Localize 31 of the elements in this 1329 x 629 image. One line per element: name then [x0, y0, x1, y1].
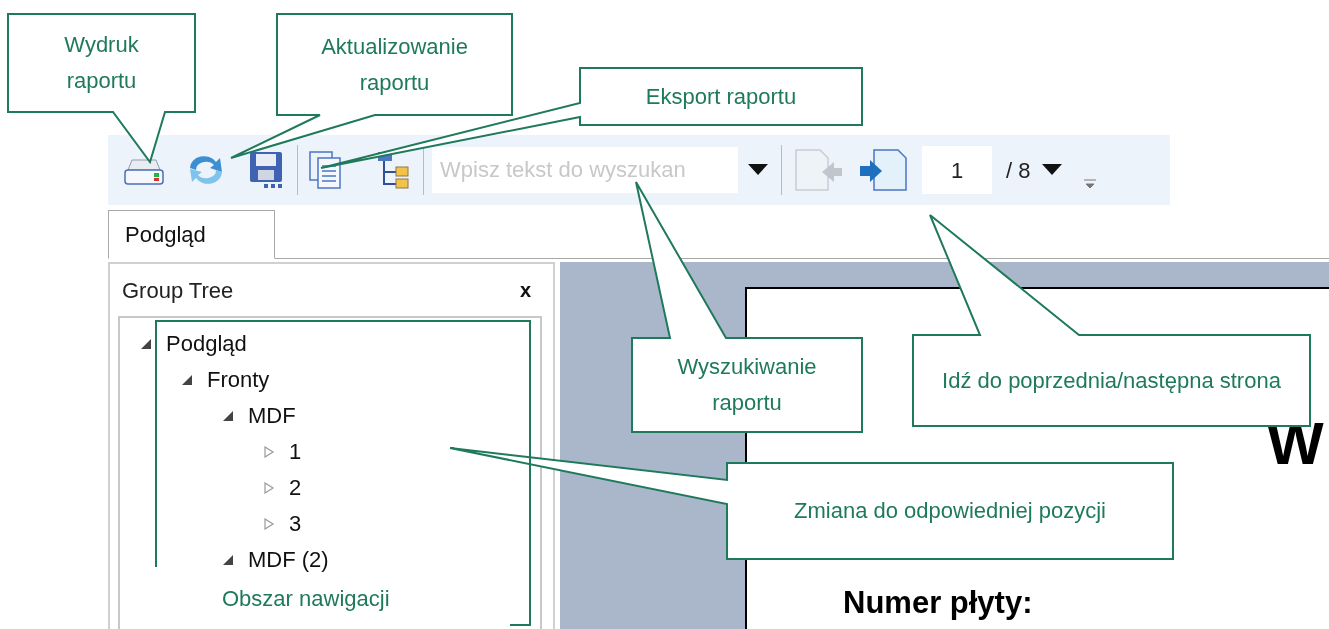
- callout-text: Idź do poprzednia/następna strona: [942, 366, 1281, 395]
- page-total: / 8: [1006, 156, 1031, 185]
- expanded-arrow-icon[interactable]: [140, 338, 152, 350]
- collapsed-arrow-icon[interactable]: [263, 482, 275, 494]
- close-button[interactable]: x: [519, 275, 531, 305]
- tree-item[interactable]: Podgląd: [166, 333, 247, 355]
- callout-text: Aktualizowanie raportu: [320, 32, 469, 97]
- report-field-label: Numer płyty:: [843, 587, 1033, 618]
- tree-item[interactable]: 2: [289, 477, 302, 499]
- overflow-icon[interactable]: [1084, 179, 1097, 189]
- expanded-arrow-icon[interactable]: [222, 554, 234, 566]
- dropdown-caret-icon[interactable]: [748, 164, 768, 176]
- expanded-arrow-icon[interactable]: [222, 410, 234, 422]
- callout-text: Wyszukiwanie raportu: [676, 353, 818, 417]
- tree-item[interactable]: 1: [289, 441, 302, 463]
- tree-item[interactable]: MDF: [248, 405, 296, 427]
- tree-item[interactable]: MDF (2): [248, 549, 329, 571]
- tree-item[interactable]: 3: [289, 513, 302, 535]
- tree-item[interactable]: Fronty: [207, 369, 270, 391]
- expanded-arrow-icon[interactable]: [181, 374, 193, 386]
- callout-text: Zmiana do odpowiedniej pozycji: [794, 497, 1106, 525]
- panel-title: Group Tree: [122, 276, 234, 305]
- dropdown-caret-icon[interactable]: [1042, 164, 1063, 176]
- callout-text: Wydruk raportu: [63, 31, 140, 95]
- callout-text: Eksport raportu: [645, 82, 797, 111]
- page-number-field[interactable]: 1: [922, 146, 992, 194]
- callout-text: Obszar nawigacji: [222, 586, 390, 611]
- next-page-icon[interactable]: [858, 148, 910, 192]
- tab[interactable]: Podgląd: [108, 210, 275, 259]
- collapsed-arrow-icon[interactable]: [263, 446, 275, 458]
- collapsed-arrow-icon[interactable]: [263, 518, 275, 530]
